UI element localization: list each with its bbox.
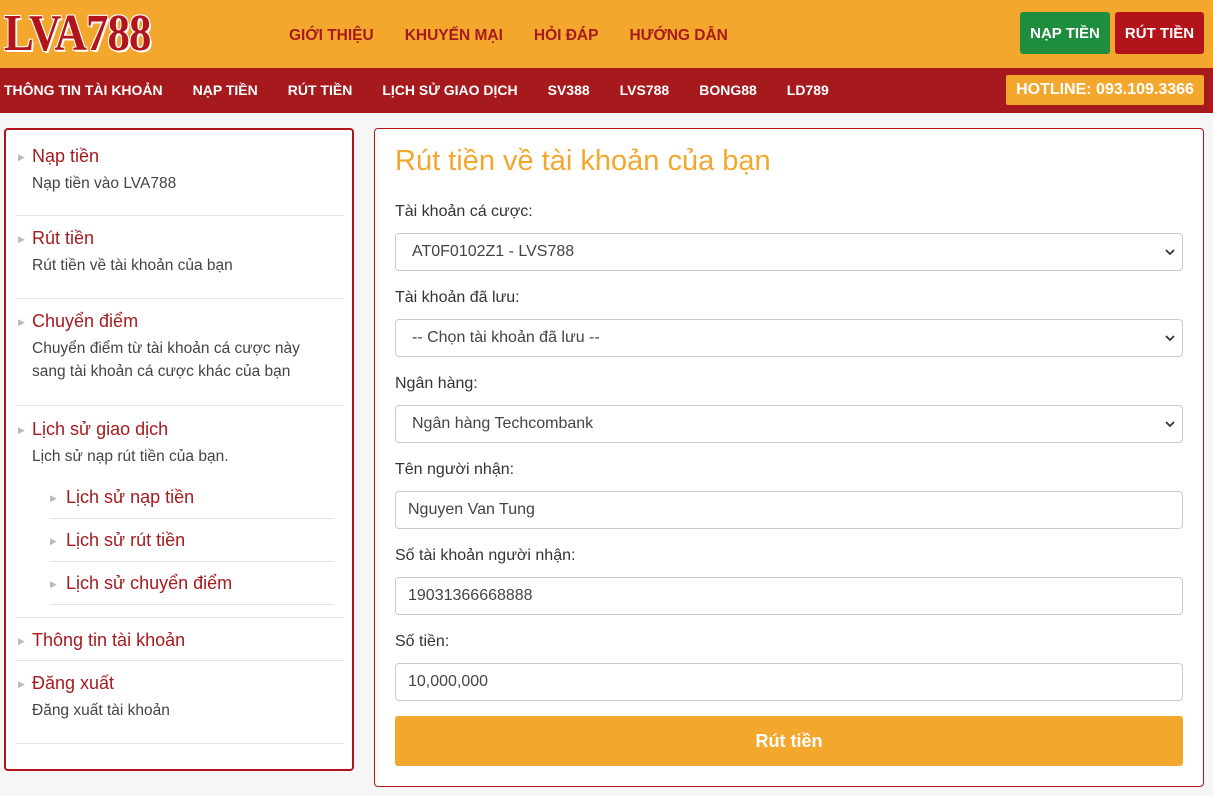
bank-label: Ngân hàng:: [395, 375, 478, 392]
bet-account-select[interactable]: AT0F0102Z1 - LVS788: [395, 233, 1183, 271]
subnav-history[interactable]: LỊCH SỬ GIAO DỊCH: [382, 82, 517, 98]
subnav-sv388[interactable]: SV388: [548, 82, 590, 98]
triangle-icon: ▶: [18, 679, 25, 689]
subnav-deposit[interactable]: NẠP TIỀN: [193, 82, 258, 98]
sidebar-item-desc: Rút tiền về tài khoản của bạn: [32, 257, 233, 274]
sidebar-item-desc: Lịch sử nạp rút tiền của bạn.: [32, 448, 229, 465]
amount-value: 10,000,000: [408, 673, 489, 690]
chevron-down-icon: [1165, 335, 1175, 342]
bet-account-label: Tài khoản cá cược:: [395, 203, 533, 220]
triangle-icon: ▶: [18, 425, 25, 435]
triangle-icon: ▶: [50, 536, 57, 546]
header-deposit-button[interactable]: NẠP TIỀN: [1020, 12, 1110, 54]
sidebar-item-title[interactable]: Thông tin tài khoản: [32, 630, 185, 651]
triangle-icon: ▶: [18, 636, 25, 646]
sidebar-subitem-deposit-history[interactable]: ▶ Lịch sử nạp tiền: [50, 476, 334, 519]
sidebar-item-title[interactable]: Nạp tiền: [32, 146, 99, 167]
sidebar-item-transfer[interactable]: ▶ Chuyển điểm Chuyển điểm từ tài khoản c…: [16, 299, 344, 406]
page-title: Rút tiền về tài khoản của bạn: [395, 145, 771, 177]
recipient-account-label: Số tài khoản người nhận:: [395, 547, 576, 564]
top-nav: GIỚI THIỆU KHUYẾN MẠI HỎI ĐÁP HƯỚNG DẪN: [289, 27, 728, 45]
sidebar-item-title[interactable]: Lịch sử giao dịch: [32, 419, 168, 440]
recipient-name-input[interactable]: Nguyen Van Tung: [395, 491, 1183, 529]
hotline-badge[interactable]: HOTLINE: 093.109.3366: [1006, 75, 1204, 105]
recipient-account-input[interactable]: 19031366668888: [395, 577, 1183, 615]
saved-account-select[interactable]: -- Chọn tài khoản đã lưu --: [395, 319, 1183, 357]
amount-label: Số tiền:: [395, 633, 450, 650]
sidebar-subitem-title[interactable]: Lịch sử rút tiền: [66, 530, 185, 551]
sidebar-subitem-withdraw-history[interactable]: ▶ Lịch sử rút tiền: [50, 519, 334, 562]
nav-about[interactable]: GIỚI THIỆU: [289, 27, 374, 45]
triangle-icon: ▶: [50, 493, 57, 503]
nav-guide[interactable]: HƯỚNG DẪN: [629, 27, 727, 45]
bank-value: Ngân hàng Techcombank: [412, 415, 594, 432]
sidebar-item-account[interactable]: ▶ Thông tin tài khoản: [16, 618, 344, 661]
amount-input[interactable]: 10,000,000: [395, 663, 1183, 701]
withdraw-form-panel: Rút tiền về tài khoản của bạn Tài khoản …: [374, 128, 1204, 787]
triangle-icon: ▶: [50, 579, 57, 589]
sidebar-item-deposit[interactable]: ▶ Nạp tiền Nạp tiền vào LVA788: [16, 142, 344, 216]
bet-account-value: AT0F0102Z1 - LVS788: [412, 243, 575, 260]
sidebar-item-logout[interactable]: ▶ Đăng xuất Đăng xuất tài khoản: [16, 661, 344, 744]
sidebar-item-desc: Đăng xuất tài khoản: [32, 702, 170, 719]
subnav-lvs788[interactable]: LVS788: [620, 82, 670, 98]
top-header: LVA788 GIỚI THIỆU KHUYẾN MẠI HỎI ĐÁP HƯỚ…: [0, 0, 1213, 68]
sidebar: ▶ Nạp tiền Nạp tiền vào LVA788 ▶ Rút tiề…: [4, 128, 354, 771]
subnav-bong88[interactable]: BONG88: [699, 82, 757, 98]
header-withdraw-button[interactable]: RÚT TIỀN: [1115, 12, 1204, 54]
chevron-down-icon: [1165, 421, 1175, 428]
triangle-icon: ▶: [18, 234, 25, 244]
account-nav: THÔNG TIN TÀI KHOẢN NẠP TIỀN RÚT TIỀN LỊ…: [4, 82, 829, 98]
triangle-icon: ▶: [18, 317, 25, 327]
recipient-name-value: Nguyen Van Tung: [408, 501, 535, 518]
recipient-name-label: Tên người nhận:: [395, 461, 515, 478]
sidebar-subitem-title[interactable]: Lịch sử nạp tiền: [66, 487, 194, 508]
sidebar-item-history[interactable]: ▶ Lịch sử giao dịch Lịch sử nạp rút tiền…: [16, 406, 344, 618]
sidebar-item-desc: Nạp tiền vào LVA788: [32, 175, 177, 192]
account-nav-bar: THÔNG TIN TÀI KHOẢN NẠP TIỀN RÚT TIỀN LỊ…: [0, 68, 1213, 113]
sidebar-subitem-transfer-history[interactable]: ▶ Lịch sử chuyển điểm: [50, 562, 334, 605]
sidebar-subitem-title[interactable]: Lịch sử chuyển điểm: [66, 573, 232, 594]
withdraw-submit-button[interactable]: Rút tiền: [395, 716, 1183, 766]
subnav-withdraw[interactable]: RÚT TIỀN: [288, 82, 353, 98]
triangle-icon: ▶: [18, 152, 25, 162]
site-logo[interactable]: LVA788: [4, 6, 151, 62]
nav-faq[interactable]: HỎI ĐÁP: [534, 27, 599, 45]
bank-select[interactable]: Ngân hàng Techcombank: [395, 405, 1183, 443]
sidebar-item-title[interactable]: Chuyển điểm: [32, 311, 138, 332]
sidebar-item-desc: Chuyển điểm từ tài khoản cá cược này san…: [32, 340, 300, 380]
saved-account-value: -- Chọn tài khoản đã lưu --: [412, 329, 600, 346]
sidebar-item-withdraw[interactable]: ▶ Rút tiền Rút tiền về tài khoản của bạn: [16, 216, 344, 299]
chevron-down-icon: [1165, 249, 1175, 256]
saved-account-label: Tài khoản đã lưu:: [395, 289, 520, 306]
recipient-account-value: 19031366668888: [408, 587, 533, 604]
sidebar-item-title[interactable]: Rút tiền: [32, 228, 94, 249]
nav-promotions[interactable]: KHUYẾN MẠI: [405, 27, 503, 45]
subnav-account-info[interactable]: THÔNG TIN TÀI KHOẢN: [4, 82, 163, 98]
sidebar-item-title[interactable]: Đăng xuất: [32, 673, 114, 694]
subnav-ld789[interactable]: LD789: [787, 82, 829, 98]
